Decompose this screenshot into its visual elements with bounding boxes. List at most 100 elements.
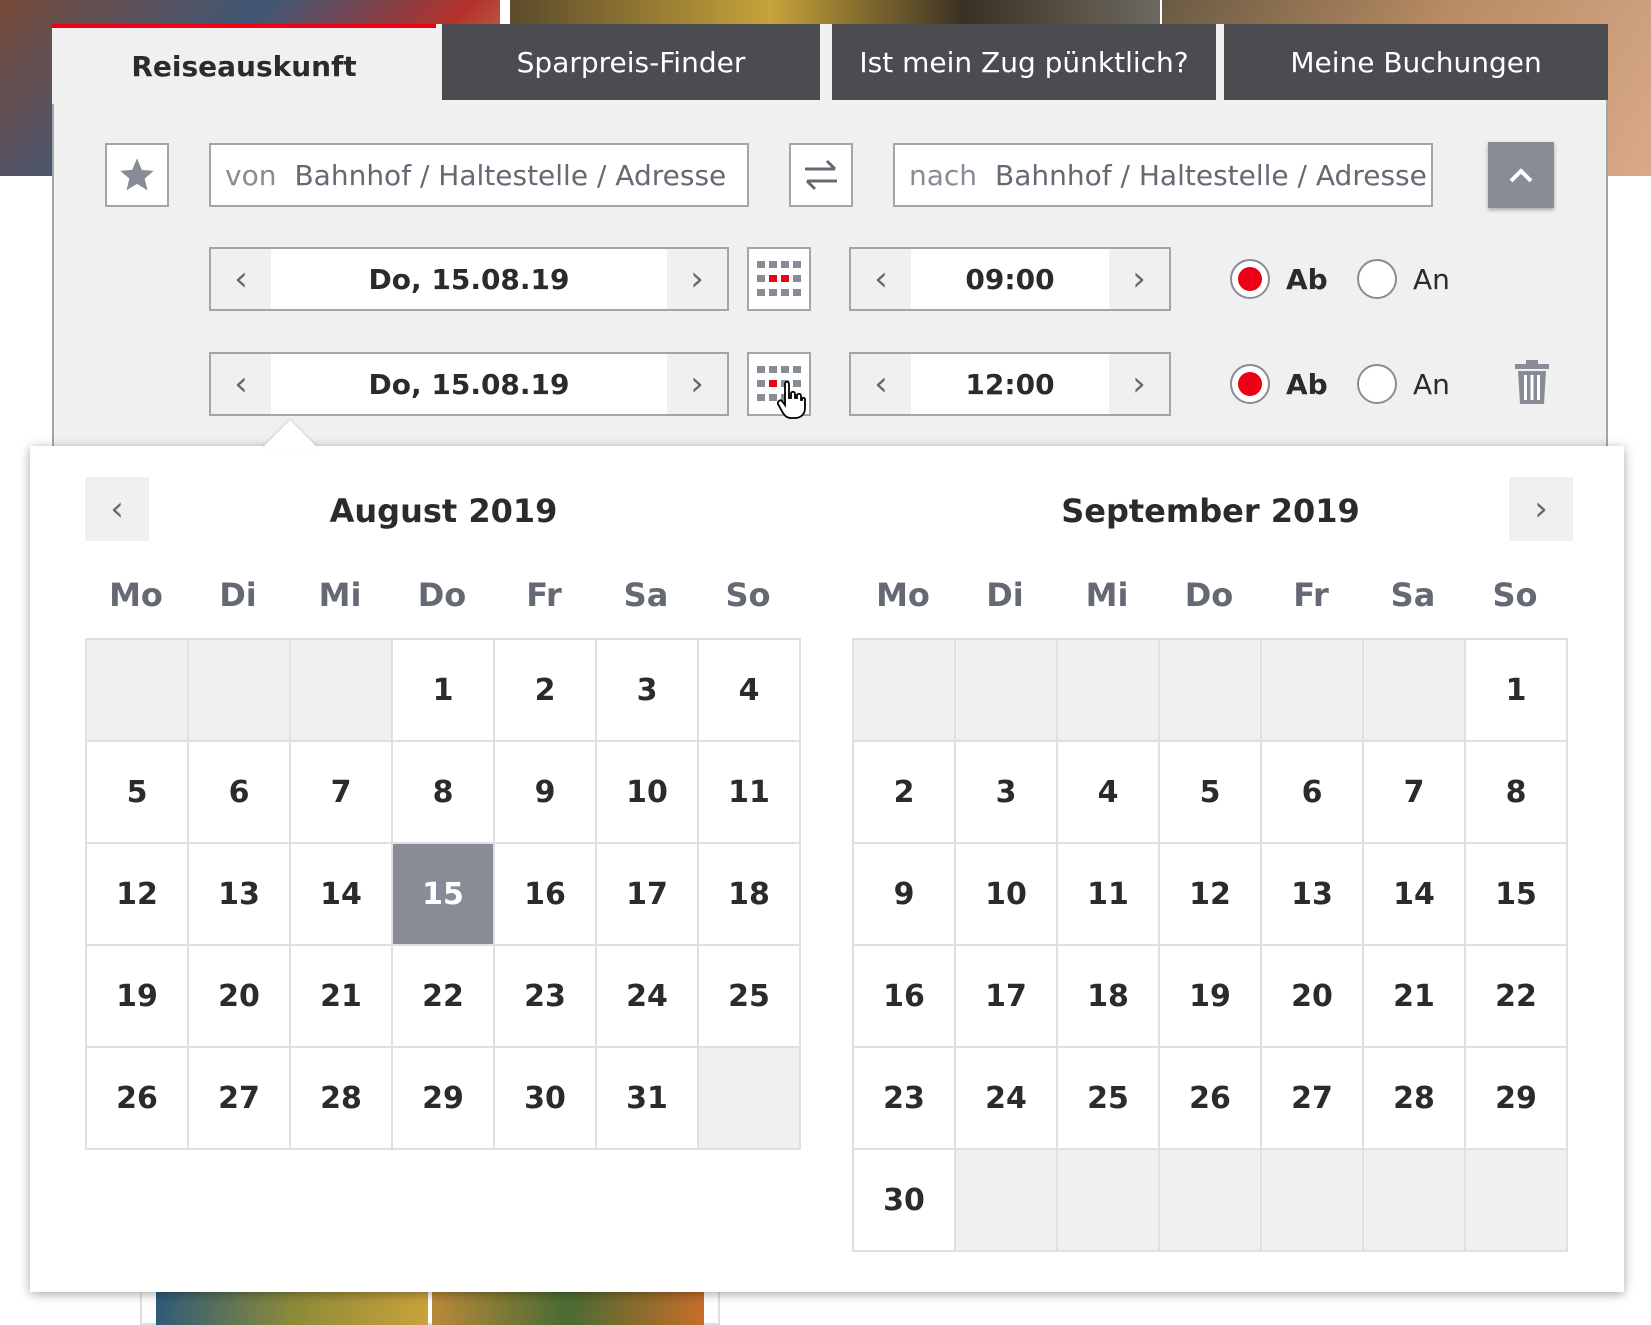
day-cell[interactable]: 25 (1058, 1048, 1160, 1150)
day-cell[interactable]: 11 (1058, 844, 1160, 946)
return-date-prev-button[interactable]: ‹ (211, 354, 271, 414)
day-cell[interactable]: 9 (495, 742, 597, 844)
return-date-next-button[interactable]: › (667, 354, 727, 414)
day-cell[interactable]: 10 (956, 844, 1058, 946)
day-cell[interactable]: 27 (1262, 1048, 1364, 1150)
return-calendar-button[interactable] (747, 352, 811, 419)
day-cell[interactable]: 18 (1058, 946, 1160, 1048)
day-cell[interactable]: 5 (1160, 742, 1262, 844)
empty-day-cell (699, 1048, 801, 1150)
tab-sparpreis-finder[interactable]: Sparpreis-Finder (442, 24, 820, 100)
delete-return-button[interactable] (1514, 360, 1554, 406)
outbound-mode-ab[interactable]: Ab (1230, 259, 1328, 299)
weekday-label: Mi (318, 576, 362, 614)
radio-ab-selected[interactable] (1230, 364, 1270, 404)
day-cell[interactable]: 7 (291, 742, 393, 844)
day-cell[interactable]: 27 (189, 1048, 291, 1150)
day-cell[interactable]: 12 (1160, 844, 1262, 946)
tab-reiseauskunft[interactable]: Reiseauskunft (52, 24, 436, 104)
outbound-time-stepper: ‹ 09:00 › (849, 247, 1171, 311)
day-cell[interactable]: 20 (1262, 946, 1364, 1048)
day-cell[interactable]: 17 (597, 844, 699, 946)
day-cell[interactable]: 30 (854, 1150, 956, 1252)
day-cell[interactable]: 16 (495, 844, 597, 946)
day-cell[interactable]: 26 (1160, 1048, 1262, 1150)
day-cell[interactable]: 20 (189, 946, 291, 1048)
outbound-date-next-button[interactable]: › (667, 249, 727, 309)
radio-an[interactable] (1357, 364, 1397, 404)
day-cell[interactable]: 28 (1364, 1048, 1466, 1150)
day-cell[interactable]: 3 (956, 742, 1058, 844)
day-cell[interactable]: 13 (189, 844, 291, 946)
day-cell[interactable]: 18 (699, 844, 801, 946)
from-station-input[interactable]: von Bahnhof / Haltestelle / Adresse (209, 143, 749, 207)
day-cell[interactable]: 10 (597, 742, 699, 844)
radio-an-label: An (1413, 367, 1450, 401)
day-cell[interactable]: 7 (1364, 742, 1466, 844)
day-cell[interactable]: 22 (1466, 946, 1568, 1048)
day-cell[interactable]: 6 (189, 742, 291, 844)
day-cell[interactable]: 9 (854, 844, 956, 946)
swap-stations-button[interactable] (789, 143, 853, 207)
outbound-date-value[interactable]: Do, 15.08.19 (271, 249, 667, 309)
selected-day-cell[interactable]: 15 (393, 844, 495, 946)
day-cell[interactable]: 29 (1466, 1048, 1568, 1150)
day-cell[interactable]: 31 (597, 1048, 699, 1150)
day-cell[interactable]: 11 (699, 742, 801, 844)
day-cell[interactable]: 25 (699, 946, 801, 1048)
radio-ab-selected[interactable] (1230, 259, 1270, 299)
outbound-date-prev-button[interactable]: ‹ (211, 249, 271, 309)
outbound-calendar-button[interactable] (747, 247, 811, 311)
day-cell[interactable]: 29 (393, 1048, 495, 1150)
day-cell[interactable]: 21 (1364, 946, 1466, 1048)
day-cell[interactable]: 22 (393, 946, 495, 1048)
day-cell[interactable]: 17 (956, 946, 1058, 1048)
day-cell[interactable]: 6 (1262, 742, 1364, 844)
return-time-next-button[interactable]: › (1109, 354, 1169, 414)
day-cell[interactable]: 8 (393, 742, 495, 844)
tab-meine-buchungen[interactable]: Meine Buchungen (1224, 24, 1608, 100)
radio-an[interactable] (1357, 259, 1397, 299)
day-cell[interactable]: 13 (1262, 844, 1364, 946)
day-cell[interactable]: 3 (597, 640, 699, 742)
day-cell[interactable]: 24 (597, 946, 699, 1048)
day-cell[interactable]: 19 (1160, 946, 1262, 1048)
day-cell[interactable]: 24 (956, 1048, 1058, 1150)
return-mode-ab[interactable]: Ab (1230, 364, 1328, 404)
date-picker-pointer (262, 420, 318, 448)
day-cell[interactable]: 4 (1058, 742, 1160, 844)
return-time-value[interactable]: 12:00 (911, 354, 1109, 414)
return-date-value[interactable]: Do, 15.08.19 (271, 354, 667, 414)
day-cell[interactable]: 28 (291, 1048, 393, 1150)
outbound-time-value[interactable]: 09:00 (911, 249, 1109, 309)
day-cell[interactable]: 21 (291, 946, 393, 1048)
day-cell[interactable]: 2 (495, 640, 597, 742)
day-cell[interactable]: 14 (291, 844, 393, 946)
day-cell[interactable]: 8 (1466, 742, 1568, 844)
day-cell[interactable]: 15 (1466, 844, 1568, 946)
day-cell[interactable]: 5 (87, 742, 189, 844)
tab-zug-puenktlich[interactable]: Ist mein Zug pünktlich? (832, 24, 1216, 100)
outbound-time-prev-button[interactable]: ‹ (851, 249, 911, 309)
outbound-mode-an[interactable]: An (1357, 259, 1450, 299)
day-cell[interactable]: 19 (87, 946, 189, 1048)
day-cell[interactable]: 4 (699, 640, 801, 742)
day-cell[interactable]: 16 (854, 946, 956, 1048)
outbound-time-next-button[interactable]: › (1109, 249, 1169, 309)
day-cell[interactable]: 26 (87, 1048, 189, 1150)
swap-arrows-icon (805, 159, 837, 191)
day-cell[interactable]: 2 (854, 742, 956, 844)
day-cell[interactable]: 30 (495, 1048, 597, 1150)
day-cell[interactable]: 23 (495, 946, 597, 1048)
collapse-button[interactable] (1488, 142, 1554, 208)
day-cell[interactable]: 23 (854, 1048, 956, 1150)
weekday-label: So (725, 576, 771, 614)
return-mode-an[interactable]: An (1357, 364, 1450, 404)
day-cell[interactable]: 12 (87, 844, 189, 946)
to-station-input[interactable]: nach Bahnhof / Haltestelle / Adresse (893, 143, 1433, 207)
favorite-button[interactable] (105, 143, 169, 207)
day-cell[interactable]: 1 (393, 640, 495, 742)
return-time-prev-button[interactable]: ‹ (851, 354, 911, 414)
day-cell[interactable]: 14 (1364, 844, 1466, 946)
day-cell[interactable]: 1 (1466, 640, 1568, 742)
